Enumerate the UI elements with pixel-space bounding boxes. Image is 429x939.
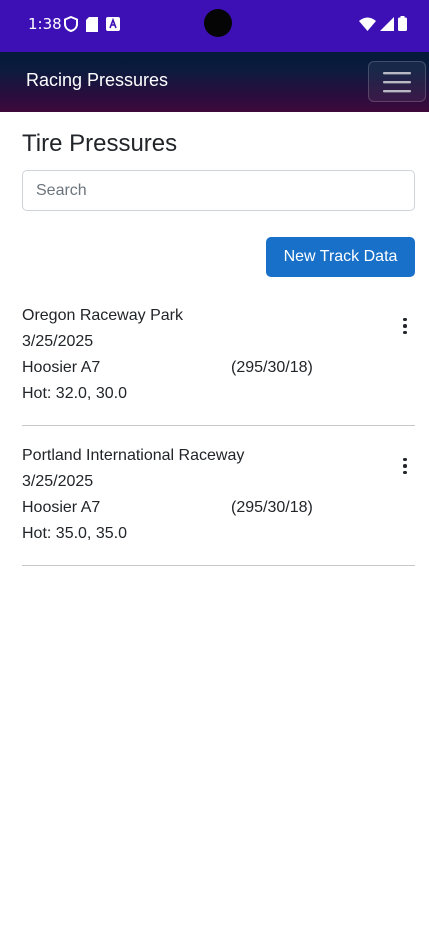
tire-size: (295/30/18) [231,359,313,376]
kebab-menu-icon[interactable] [396,455,414,477]
tire-model: Hoosier A7 [22,359,101,376]
menu-toggle-button[interactable] [368,61,426,102]
status-bar: 1:38 [0,0,429,52]
tire-size: (295/30/18) [231,499,313,516]
new-track-data-button[interactable]: New Track Data [266,237,415,277]
sd-card-icon [86,16,98,32]
app-brand[interactable]: Racing Pressures [26,70,168,91]
search-input[interactable] [22,170,415,211]
track-list-item[interactable]: Portland International Raceway 3/25/2025… [22,447,415,566]
track-list-item[interactable]: Oregon Raceway Park 3/25/2025 Hoosier A7… [22,307,415,426]
status-icons-right [359,16,407,31]
signal-icon [380,16,394,31]
track-name: Oregon Raceway Park [22,307,183,324]
hamburger-icon [383,71,411,92]
shield-icon [64,16,78,32]
wifi-icon [359,17,376,31]
hot-pressures: Hot: 32.0, 30.0 [22,385,127,402]
camera-cutout [204,9,232,37]
track-date: 3/25/2025 [22,473,94,490]
battery-icon [398,16,407,31]
keyboard-a-icon [106,17,120,31]
page-title: Tire Pressures [22,130,178,157]
track-name: Portland International Raceway [22,447,245,464]
hot-pressures: Hot: 35.0, 35.0 [22,525,127,542]
track-date: 3/25/2025 [22,333,94,350]
status-icons-left [64,16,120,32]
app-navbar: Racing Pressures [0,52,429,112]
kebab-menu-icon[interactable] [396,315,414,337]
tire-model: Hoosier A7 [22,499,101,516]
status-time: 1:38 [28,15,62,33]
